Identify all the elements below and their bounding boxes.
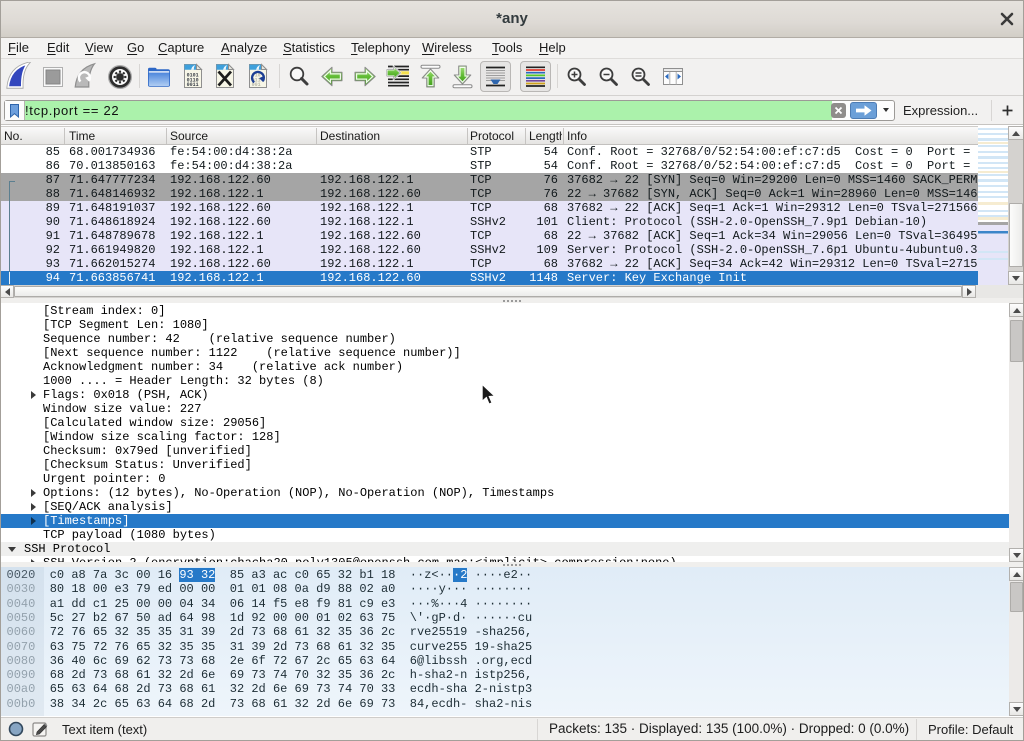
svg-text:0011: 0011	[187, 82, 199, 88]
svg-text:001: 001	[252, 82, 261, 88]
